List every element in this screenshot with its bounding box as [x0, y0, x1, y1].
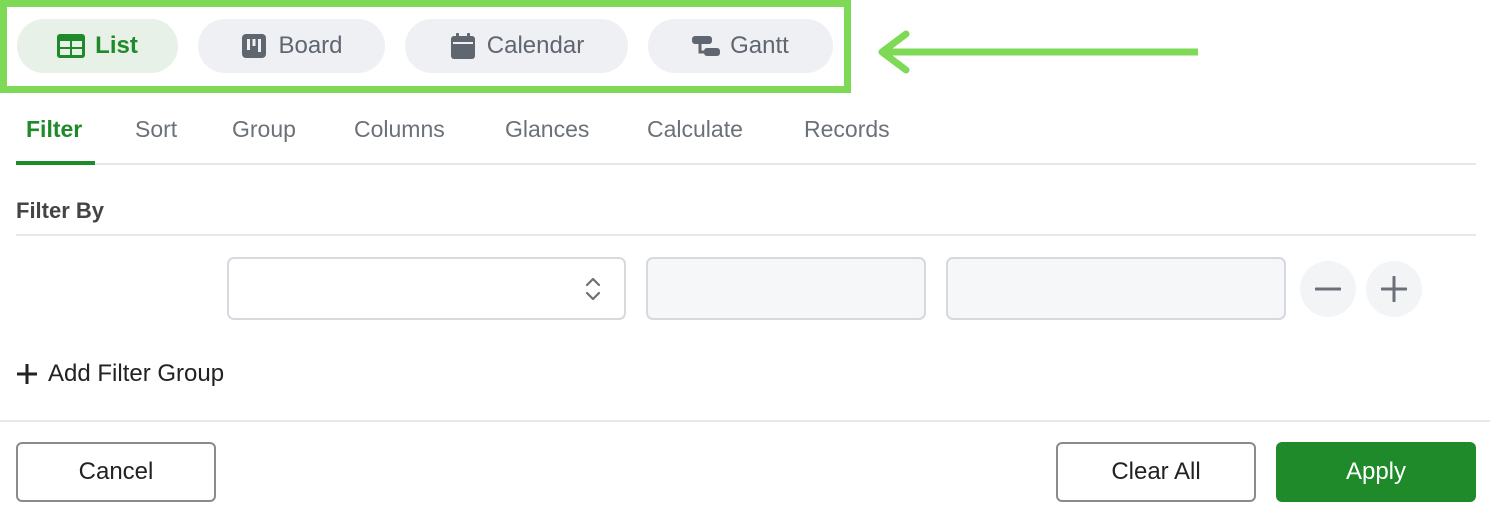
tab-group[interactable]: Group — [232, 108, 296, 165]
view-gantt-button[interactable]: Gantt — [648, 19, 833, 73]
filter-value-input[interactable] — [946, 257, 1286, 320]
tab-columns[interactable]: Columns — [354, 108, 445, 165]
view-board-button[interactable]: Board — [198, 19, 385, 73]
cancel-button[interactable]: Cancel — [16, 442, 216, 502]
view-calendar-label: Calendar — [486, 32, 585, 59]
plus-icon — [17, 364, 37, 384]
minus-icon — [1315, 287, 1341, 291]
filter-operator-input[interactable] — [646, 257, 926, 320]
remove-filter-button[interactable] — [1300, 261, 1356, 317]
apply-button[interactable]: Apply — [1276, 442, 1476, 502]
tab-records[interactable]: Records — [804, 108, 890, 165]
clear-all-button[interactable]: Clear All — [1056, 442, 1256, 502]
add-filter-group-button[interactable]: Add Filter Group — [16, 360, 224, 388]
annotation-arrow-icon — [878, 30, 1198, 74]
add-filter-group-label: Add Filter Group — [48, 360, 225, 387]
filter-by-heading: Filter By — [16, 198, 105, 223]
chevron-up-down-icon — [585, 277, 601, 301]
view-gantt-label: Gantt — [730, 32, 789, 59]
section-divider — [16, 234, 1476, 236]
gantt-icon — [692, 32, 721, 60]
calendar-icon — [449, 32, 477, 60]
footer-divider — [0, 420, 1490, 422]
tab-filter[interactable]: Filter — [16, 108, 95, 165]
view-board-label: Board — [278, 32, 343, 59]
filter-field-select[interactable] — [227, 257, 626, 320]
plus-icon — [1381, 276, 1407, 302]
settings-tabs: Filter Sort Group Columns Glances Calcul… — [16, 108, 1476, 165]
view-calendar-button[interactable]: Calendar — [405, 19, 628, 73]
view-list-button[interactable]: List — [17, 19, 178, 73]
tab-sort[interactable]: Sort — [135, 108, 177, 165]
kanban-icon — [240, 32, 268, 60]
tab-glances[interactable]: Glances — [505, 108, 589, 165]
view-list-label: List — [95, 32, 138, 59]
table-icon — [57, 32, 86, 60]
add-filter-button[interactable] — [1366, 261, 1422, 317]
tab-calculate[interactable]: Calculate — [647, 108, 743, 165]
